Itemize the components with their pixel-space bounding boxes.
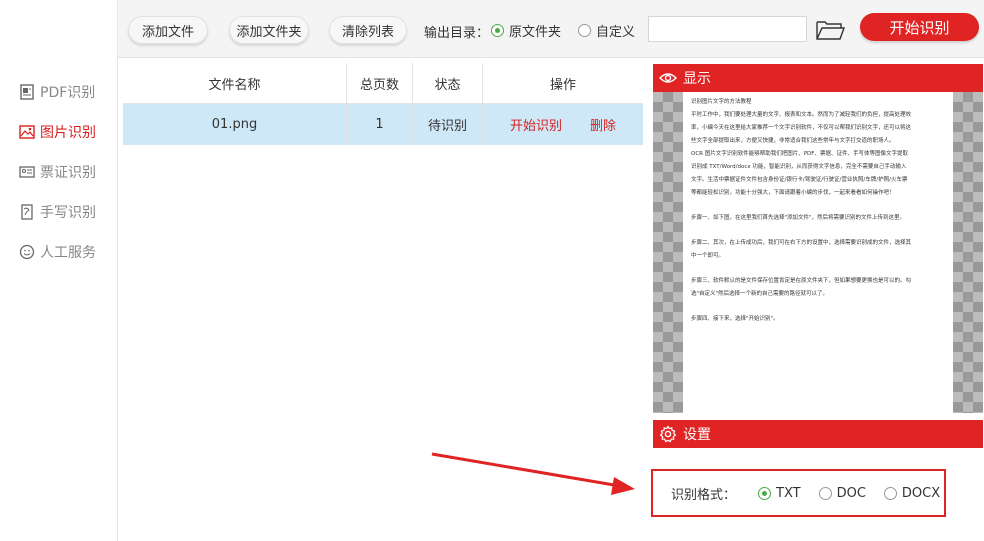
- col-pages: 总页数: [347, 63, 413, 103]
- sidebar-item-label: 图片识别: [40, 125, 96, 141]
- id-card-icon: [18, 163, 36, 181]
- col-status: 状态: [413, 63, 483, 103]
- radio-icon[interactable]: [883, 486, 897, 500]
- radio-selected-icon[interactable]: [758, 486, 772, 500]
- preview-line: 文字。生活中票据证件文件包含身份证/银行卡/驾驶证/行驶证/营业执照/车牌/护照…: [691, 177, 908, 183]
- sidebar-item-label: 人工服务: [40, 245, 96, 261]
- preview-line: 中一个即可。: [691, 253, 725, 259]
- col-actions: 操作: [549, 77, 576, 93]
- preview-line: 步骤一、如下图，在这里我们首先选择"添加文件"，然后将需要识别的文件上传到这里。: [691, 215, 906, 221]
- sidebar-item-label: 票证识别: [40, 165, 96, 181]
- preview-line: 些文字全部提取出来，方便又快捷，非常适合我们这些常年与文字打交道的职场人。: [691, 138, 895, 144]
- folder-icon[interactable]: [815, 18, 845, 42]
- handwriting-icon: [18, 203, 36, 221]
- smiley-icon: [18, 243, 36, 261]
- preview-line: 率，小编今天在这里给大家推荐一个文字识别软件，不仅可以帮我们识别文字，还可以将这: [691, 125, 912, 131]
- output-source-option[interactable]: 原文件夹: [491, 21, 561, 40]
- sidebar-item-service[interactable]: 人工服务: [18, 240, 96, 264]
- table-row[interactable]: 01.png 1 待识别 开始识别 删除: [123, 104, 643, 145]
- preview-line: 平时工作中，我们要处理大量的文字、报表和文本。然而为了减轻我们的负担，提高处理效: [691, 112, 912, 118]
- format-docx-label: DOCX: [901, 485, 941, 501]
- add-folder-button[interactable]: 添加文件夹: [229, 16, 309, 44]
- sidebar-item-pdf[interactable]: PDF识别: [18, 80, 95, 104]
- sidebar-item-image[interactable]: 图片识别: [18, 120, 96, 144]
- file-table: 文件名称 总页数 状态 操作 01.png 1 待识别 开始识别 删除: [123, 63, 643, 145]
- preview-line: 步骤三、软件默认的是文件保存位置肯定是在原文件夹下，但如果想要更换也是可以的。勾: [691, 278, 912, 284]
- preview-line: OCR 图片文字识别软件能够帮助我们把图片、PDF、票据、证件、手写体等图像文字…: [691, 151, 908, 157]
- preview-line: 识别图片文字的方法教程: [691, 99, 752, 105]
- preview-line: 步骤四、接下来，选择"开始识别"。: [691, 316, 779, 322]
- output-path-input[interactable]: [648, 16, 807, 42]
- row-start-link[interactable]: 开始识别: [510, 115, 562, 134]
- format-label: 识别格式：: [671, 487, 737, 503]
- sidebar-item-label: PDF识别: [40, 85, 96, 101]
- preview-line: 选"自定义"然后选择一个新的自己需要的路径就可以了。: [691, 291, 829, 297]
- status-cell: 待识别: [413, 104, 483, 145]
- radio-icon[interactable]: [818, 486, 832, 500]
- format-txt-label: TXT: [776, 485, 801, 501]
- format-option-docx[interactable]: DOCX: [883, 485, 941, 501]
- sidebar: PDF识别 图片识别 票证识别 手写识别 人工服务: [0, 0, 118, 541]
- actions-cell: 开始识别 删除: [483, 104, 643, 145]
- sidebar-item-label: 手写识别: [40, 205, 96, 221]
- sidebar-item-handwriting[interactable]: 手写识别: [18, 200, 96, 224]
- toolbar: 添加文件 添加文件夹 清除列表 输出目录： 原文件夹 自定义 开始识别: [118, 0, 984, 58]
- pointer-arrow-icon: [431, 452, 635, 495]
- row-delete-link[interactable]: 删除: [590, 115, 616, 134]
- file-name-cell: 01.png: [123, 104, 347, 145]
- settings-title: 设置: [683, 427, 711, 443]
- start-recognition-button[interactable]: 开始识别: [860, 13, 979, 41]
- gear-icon: [659, 425, 677, 443]
- output-custom-option[interactable]: 自定义: [578, 21, 635, 40]
- radio-icon[interactable]: [578, 24, 591, 37]
- format-doc-label: DOC: [836, 485, 866, 501]
- output-dir-label: 输出目录：: [424, 26, 490, 41]
- preview-title: 显示: [683, 71, 711, 87]
- preview-area: 识别图片文字的方法教程 平时工作中，我们要处理大量的文字、报表和文本。然而为了减…: [653, 92, 983, 413]
- col-file-name: 文件名称: [123, 63, 347, 103]
- preview-header: 显示: [653, 64, 983, 92]
- add-file-button[interactable]: 添加文件: [128, 16, 208, 44]
- sidebar-item-ticket[interactable]: 票证识别: [18, 160, 96, 184]
- preview-page: 识别图片文字的方法教程 平时工作中，我们要处理大量的文字、报表和文本。然而为了减…: [683, 92, 953, 413]
- format-option-txt[interactable]: TXT: [758, 486, 801, 501]
- settings-header: 设置: [653, 420, 983, 448]
- preview-line: 等都能轻松识别，功能十分强大，下面请跟着小编的步伐，一起来看看如何操作吧！: [691, 190, 895, 196]
- output-custom-label: 自定义: [596, 25, 636, 40]
- radio-selected-icon[interactable]: [491, 24, 504, 37]
- pages-cell: 1: [347, 104, 413, 145]
- format-option-doc[interactable]: DOC: [818, 485, 866, 501]
- format-selector: 识别格式： TXT DOC DOCX: [651, 469, 946, 517]
- output-source-label: 原文件夹: [509, 25, 562, 40]
- preview-line: 步骤二、其次，在上传成功后，我们可在右下方的设置中，选择需要识别成的文件，选择其: [691, 240, 912, 246]
- eye-icon: [659, 69, 677, 87]
- pdf-icon: [18, 83, 36, 101]
- clear-list-button[interactable]: 清除列表: [329, 16, 407, 44]
- table-header: 文件名称 总页数 状态 操作: [123, 63, 643, 104]
- image-icon: [18, 123, 36, 141]
- preview-line: 识别成 TXT/Word/docx 功能，智能识别，从而获得文字信息，完全不需要…: [691, 164, 907, 170]
